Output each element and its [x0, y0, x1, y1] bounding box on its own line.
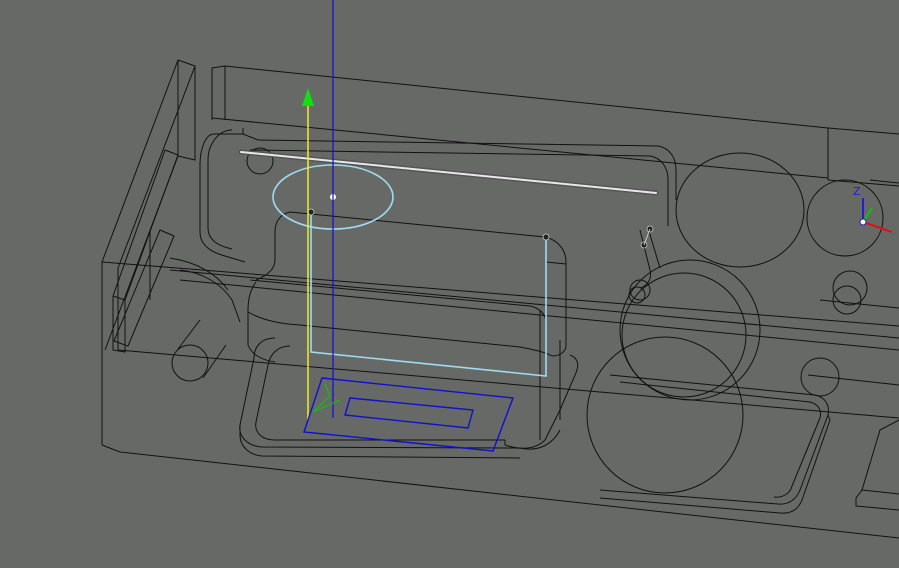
wireframe-model[interactable]: Z — [0, 0, 899, 568]
left-cylinder — [171, 319, 227, 382]
outer-box — [101, 65, 899, 539]
z-axis-label: Z — [853, 185, 861, 198]
lower-pocket — [239, 310, 579, 459]
move-gizmo[interactable] — [302, 88, 314, 420]
right-pocket — [599, 179, 899, 514]
toolpath[interactable] — [272, 164, 654, 377]
upper-pocket — [169, 128, 677, 363]
selected-edge[interactable] — [238, 149, 659, 196]
left-rail — [101, 59, 196, 445]
3d-viewport[interactable]: Z — [0, 0, 899, 568]
